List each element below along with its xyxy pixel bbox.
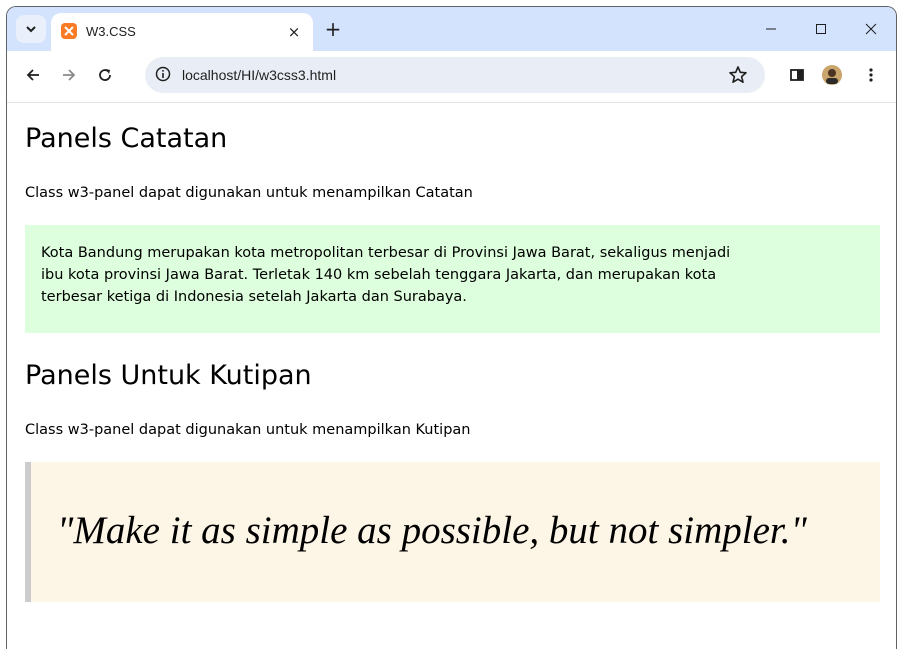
heading-panels-catatan: Panels Catatan xyxy=(25,123,228,154)
minimize-icon[interactable] xyxy=(759,19,783,39)
quote-panel: "Make it as simple as possible, but not … xyxy=(25,462,880,602)
tab-strip: W3.CSS × + xyxy=(7,7,896,51)
close-window-icon[interactable] xyxy=(859,19,883,39)
new-tab-button[interactable]: + xyxy=(321,17,345,41)
note-line: ibu kota provinsi Jawa Barat. Terletak 1… xyxy=(41,267,717,283)
back-icon[interactable] xyxy=(21,63,45,87)
quote-text: "Make it as simple as possible, but not … xyxy=(57,509,807,552)
profile-avatar-icon[interactable] xyxy=(820,63,844,87)
note-line: Kota Bandung merupakan kota metropolitan… xyxy=(41,245,731,261)
heading-panels-kutipan: Panels Untuk Kutipan xyxy=(25,360,312,391)
note-panel: Kota Bandung merupakan kota metropolitan… xyxy=(25,225,880,333)
reload-icon[interactable] xyxy=(93,63,117,87)
forward-icon[interactable] xyxy=(57,63,81,87)
address-bar[interactable]: localhost/HI/w3css3.html xyxy=(145,57,765,93)
browser-window: W3.CSS × + localhost/HI/w3css3.html Pane… xyxy=(6,6,897,649)
description-catatan: Class w3-panel dapat digunakan untuk men… xyxy=(25,185,473,201)
more-menu-icon[interactable] xyxy=(859,63,883,87)
side-panel-icon[interactable] xyxy=(785,63,809,87)
tab-list-icon xyxy=(26,26,36,33)
tab-close-icon[interactable]: × xyxy=(284,22,304,42)
xampp-favicon-icon xyxy=(61,23,77,39)
bookmark-star-icon[interactable] xyxy=(727,64,749,86)
browser-toolbar: localhost/HI/w3css3.html xyxy=(7,51,896,103)
tab-active[interactable]: W3.CSS × xyxy=(51,13,313,51)
url-text: localhost/HI/w3css3.html xyxy=(182,67,337,83)
maximize-icon[interactable] xyxy=(809,19,833,39)
note-line: terbesar ketiga di Indonesia setelah Jak… xyxy=(41,289,467,305)
tab-title: W3.CSS xyxy=(86,24,136,39)
description-kutipan: Class w3-panel dapat digunakan untuk men… xyxy=(25,422,471,438)
site-info-icon[interactable] xyxy=(155,66,171,82)
page-content: Panels Catatan Class w3-panel dapat digu… xyxy=(7,103,896,649)
tab-list-button[interactable] xyxy=(16,15,46,43)
